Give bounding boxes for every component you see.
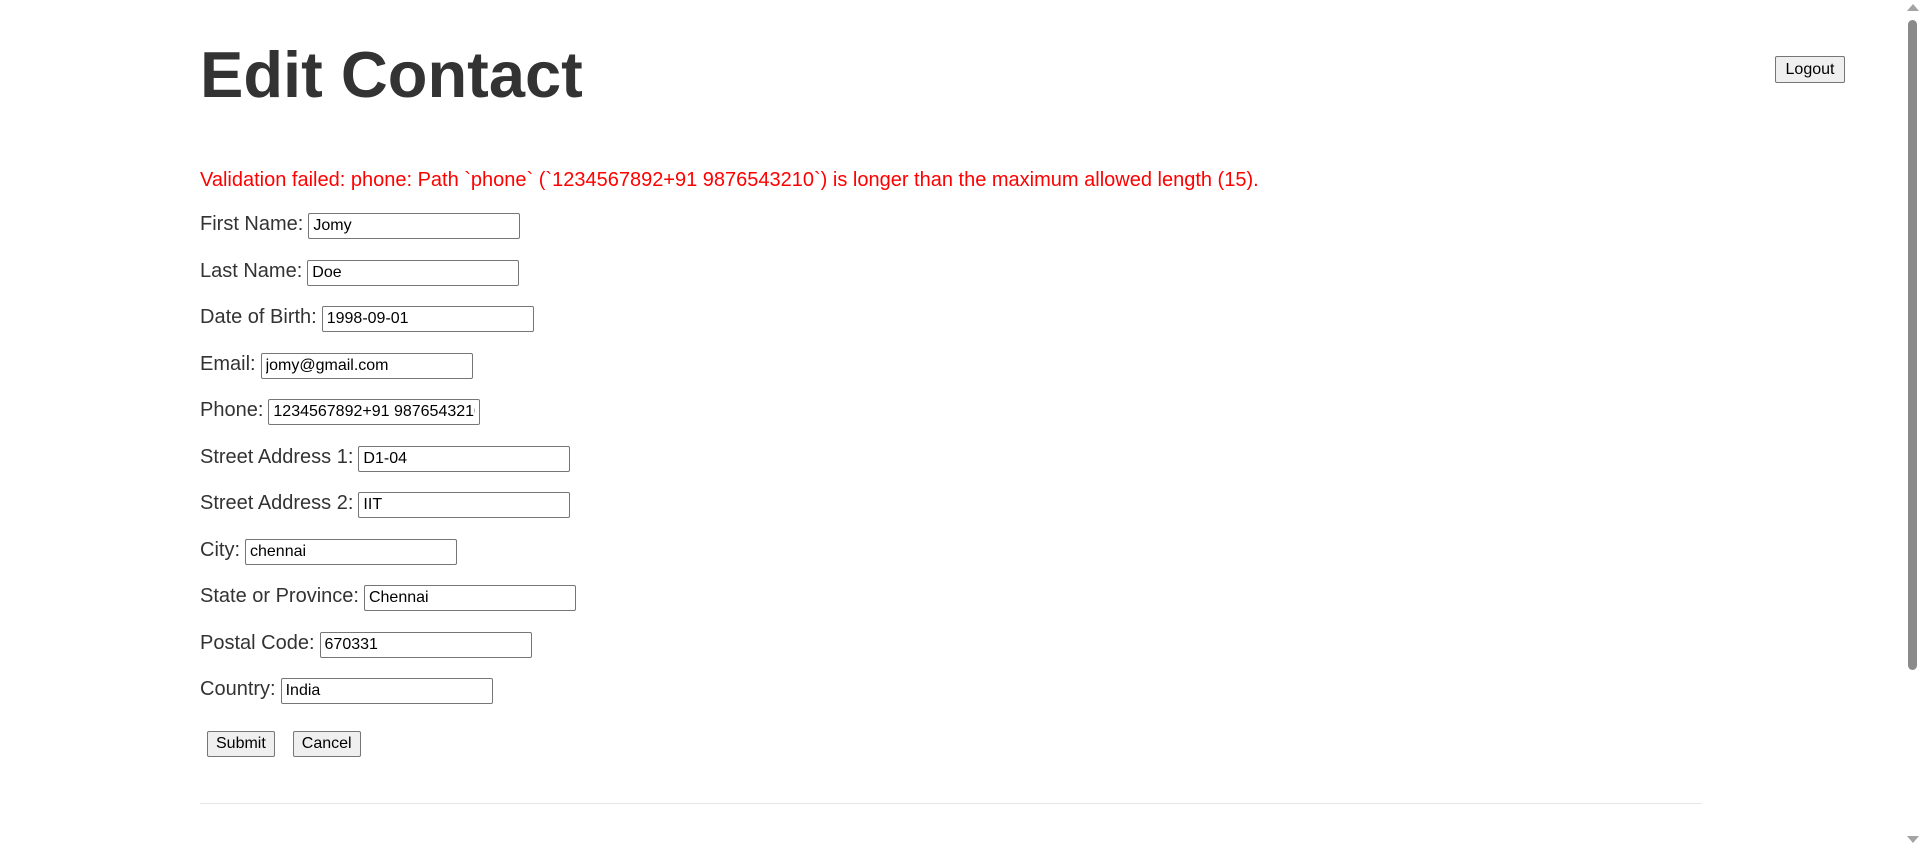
state-row: State or Province: [200,582,576,611]
last-name-input[interactable] [307,260,520,286]
country-input[interactable] [280,678,493,704]
city-row: City: [200,536,457,565]
scroll-up-arrow-icon[interactable] [1907,4,1919,11]
phone-row: Phone: [200,396,481,425]
vertical-scrollbar[interactable] [1905,0,1920,847]
first-name-input[interactable] [308,213,521,239]
street1-row: Street Address 1: [200,443,571,472]
email-label: Email: [200,352,256,375]
cancel-button[interactable]: Cancel [292,731,361,757]
scrollbar-thumb[interactable] [1908,20,1917,670]
dob-row: Date of Birth: [200,303,534,332]
edit-contact-page: Edit Contact Logout Validation failed: p… [0,0,1920,847]
postal-code-row: Postal Code: [200,629,532,658]
city-input[interactable] [245,539,457,565]
email-input[interactable] [260,353,473,379]
country-row: Country: [200,675,493,704]
dob-input[interactable] [321,306,534,332]
email-row: Email: [200,350,473,379]
state-label: State or Province: [200,584,359,607]
form-actions: Submit Cancel [207,731,361,757]
footer-divider [200,803,1702,804]
street2-row: Street Address 2: [200,489,571,518]
street1-label: Street Address 1: [200,445,354,468]
street2-input[interactable] [358,492,571,518]
phone-label: Phone: [200,398,264,421]
validation-error-message: Validation failed: phone: Path `phone` (… [200,169,1259,191]
city-label: City: [200,538,240,561]
postal-code-label: Postal Code: [200,631,315,654]
last-name-label: Last Name: [200,259,303,282]
dob-label: Date of Birth: [200,305,317,328]
street1-input[interactable] [358,446,571,472]
first-name-row: First Name: [200,210,521,239]
country-label: Country: [200,677,276,700]
postal-code-input[interactable] [319,632,532,658]
street2-label: Street Address 2: [200,491,354,514]
phone-input[interactable] [268,399,481,425]
page-title: Edit Contact [200,38,583,111]
logout-button[interactable]: Logout [1775,56,1845,83]
first-name-label: First Name: [200,212,304,235]
submit-button[interactable]: Submit [207,731,275,757]
scroll-down-arrow-icon[interactable] [1907,836,1919,843]
last-name-row: Last Name: [200,257,520,286]
state-input[interactable] [363,585,576,611]
